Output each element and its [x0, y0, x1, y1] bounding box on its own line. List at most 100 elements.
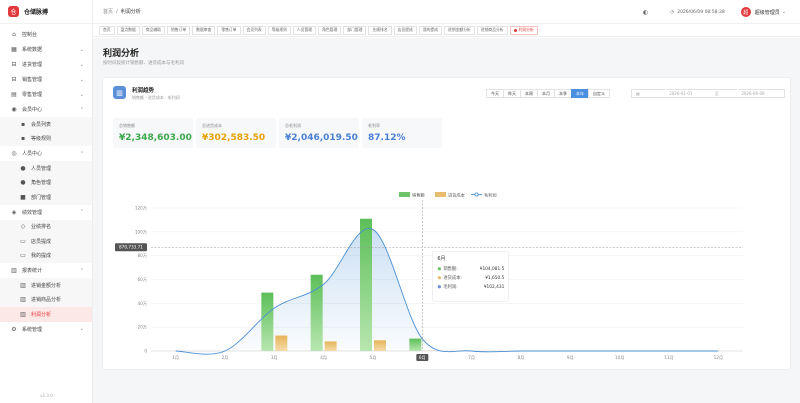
breadcrumb: 首页 / 利润分析 [103, 8, 141, 16]
tab-4[interactable]: 数据审查 [192, 25, 216, 35]
clock-icon: ◷ [670, 9, 675, 15]
sidebar-item-label: 报表统计 [22, 268, 43, 274]
sidebar-submenu: ◇ 业绩排名 ▭ 店员提成 ▭ 我的提成 [0, 219, 92, 264]
cost-bar [374, 340, 386, 351]
sidebar-item-label: 我的提成 [31, 253, 52, 260]
brand[interactable]: 仓 仓储脉搏 [0, 0, 92, 24]
top-bar-right: ◐ ◷ 2026/06/09 08:58:38 超 超级管理员 ⌄ [643, 0, 800, 24]
page-subtitle: 按时间段统计销售额、进货成本与毛利润 [103, 61, 184, 66]
tab-3[interactable]: 销售订单 [166, 25, 191, 35]
tab-13[interactable]: 我的提成 [418, 25, 443, 35]
chevron-icon: ⌄ [79, 326, 84, 332]
tab-label: 盘点数据 [120, 27, 136, 32]
tab-10[interactable]: 部门管理 [343, 25, 367, 35]
sidebar-item-label: 销售管理 [22, 77, 43, 83]
cart-icon: ⊟ [11, 61, 17, 68]
tab-2[interactable]: 商品辅助 [141, 25, 165, 35]
submenu-icon: ■ [20, 193, 26, 201]
sidebar-item-label: 店员提成 [31, 238, 52, 245]
tooltip-row-label: 销售额: [443, 265, 457, 272]
sidebar-item-2[interactable]: ⊟ 进货管理 ⌄ [0, 57, 92, 72]
sidebar-subitem-5-1[interactable]: ▪ 等级规则 [0, 132, 92, 147]
sidebar-item-1[interactable]: ▦ 系统数据 ⌄ [0, 42, 92, 57]
sidebar-subitem-7-2[interactable]: ▭ 我的提成 [0, 249, 92, 264]
user-menu[interactable]: 超 超级管理员 ⌄ [740, 7, 786, 17]
sidebar-item-5[interactable]: ◉ 会员中心 ⌃ [0, 102, 92, 117]
tab-11[interactable]: 业绩排名 [368, 25, 392, 35]
page-title: 利润分析 [103, 49, 140, 59]
tab-9[interactable]: 角色管理 [318, 25, 342, 35]
tab-14[interactable]: 进销金额分析 [444, 25, 475, 35]
tab-8[interactable]: 人员管理 [292, 25, 317, 35]
sidebar-item-0[interactable]: ⌂ 控制台 [0, 27, 92, 42]
chevron-icon: ⌄ [79, 76, 84, 83]
tab-label: 人员管理 [296, 27, 313, 32]
sidebar-submenu: ▥ 进销金额分析 ▥ 进销商品分析 ▥ 利润分析 [0, 278, 92, 322]
sidebar-subitem-6-0[interactable]: ● 人员管理 [0, 161, 92, 176]
chevron-icon: ⌄ [79, 91, 84, 98]
submenu-icon: ◇ [20, 223, 26, 231]
tab-1[interactable]: 盘点数据 [116, 25, 140, 35]
tab-label: 我的提成 [422, 27, 439, 32]
sidebar-subitem-5-0[interactable]: ▪ 会员列表 [0, 117, 92, 132]
breadcrumb-home[interactable]: 首页 [103, 8, 113, 15]
gear-icon: ⚙ [11, 325, 17, 333]
sidebar-item-9[interactable]: ⚙ 系统管理 ⌄ [0, 322, 92, 337]
tooltip-title: 6月 [437, 256, 445, 262]
theme-toggle-icon[interactable]: ◐ [643, 9, 648, 16]
sales-bar [409, 338, 422, 351]
submenu-icon: ▭ [20, 237, 26, 245]
sidebar-item-6[interactable]: ◎ 人员中心 ⌃ [0, 146, 92, 161]
y-tick-label: 120万 [135, 206, 147, 212]
sidebar-item-label: 角色管理 [31, 180, 52, 187]
sidebar-item-label: 等级规则 [31, 136, 52, 143]
version-label: v1.3.0 [40, 393, 53, 398]
sidebar-subitem-6-2[interactable]: ■ 部门管理 [0, 190, 92, 205]
tab-0[interactable]: 首页 [99, 25, 115, 35]
chevron-icon: ⌃ [79, 106, 84, 113]
tooltip-dot [437, 267, 441, 271]
sidebar-item-4[interactable]: ▤ 零售管理 ⌄ [0, 87, 92, 102]
submenu-icon: ● [20, 164, 26, 172]
y-tick-label: 100万 [135, 229, 147, 235]
sidebar-item-label: 零售管理 [22, 92, 43, 98]
sidebar-item-label: 人员管理 [31, 165, 52, 172]
chevron-icon: ⌃ [79, 150, 84, 157]
sidebar-item-3[interactable]: ⊟ 销售管理 ⌄ [0, 72, 92, 87]
sidebar-item-7[interactable]: ◈ 绩效管理 ⌃ [0, 205, 92, 220]
tab-label: 销售订单 [170, 27, 187, 32]
tab-15[interactable]: 进销商品分析 [476, 25, 508, 35]
tab-12[interactable]: 店员提成 [393, 25, 417, 35]
sidebar-item-label: 会员列表 [31, 121, 52, 128]
y-tick-label: 80万 [137, 253, 147, 259]
tab-16[interactable]: 利润分析 [509, 25, 538, 35]
tab-7[interactable]: 等级规则 [267, 25, 291, 35]
grid-icon: ▦ [11, 46, 17, 53]
submenu-icon: ▪ [20, 120, 26, 128]
user-name: 超级管理员 [754, 9, 780, 16]
x-tick-label: 7月 [468, 355, 475, 361]
top-bar: 首页 / 利润分析 ◐ ◷ 2026/06/09 08:58:38 超 超级管理… [93, 0, 800, 24]
sidebar-subitem-6-1[interactable]: ● 角色管理 [0, 176, 92, 191]
tab-5[interactable]: 零售订单 [217, 25, 241, 35]
sidebar-item-label: 会员中心 [22, 107, 43, 113]
y-tick-label: 20万 [137, 325, 147, 331]
sidebar-item-label: 绩效管理 [22, 209, 43, 216]
submenu-icon: ▪ [20, 135, 26, 143]
sidebar: 仓 仓储脉搏 ⌂ 控制台 ▦ 系统数据 ⌄ ⊟ 进货管理 ⌄ ⊟ 销售管理 ⌄ ▤ 零售管理 ⌄ ◉ 会员中心… [0, 0, 93, 403]
tooltip-row-label: 毛利润: [443, 283, 457, 290]
x-tick-label: 9月 [567, 355, 574, 361]
sidebar-subitem-7-1[interactable]: ▭ 店员提成 [0, 234, 92, 249]
tab-label: 业绩排名 [372, 27, 388, 32]
sidebar-subitem-8-2[interactable]: ▥ 利润分析 [0, 307, 92, 322]
x-tick-label: 11月 [664, 355, 674, 361]
sidebar-item-8[interactable]: ▥ 报表统计 ⌃ [0, 263, 92, 278]
sidebar-submenu: ● 人员管理 ● 角色管理 ■ 部门管理 [0, 161, 92, 205]
home-icon: ⌂ [12, 31, 16, 38]
sidebar-subitem-8-1[interactable]: ▥ 进销商品分析 [0, 293, 92, 308]
tooltip-dot [437, 285, 441, 289]
sidebar-subitem-7-0[interactable]: ◇ 业绩排名 [0, 220, 92, 235]
sidebar-subitem-8-0[interactable]: ▥ 进销金额分析 [0, 278, 92, 293]
sidebar-item-label: 利润分析 [31, 311, 52, 318]
tab-6[interactable]: 会员列表 [242, 25, 266, 35]
